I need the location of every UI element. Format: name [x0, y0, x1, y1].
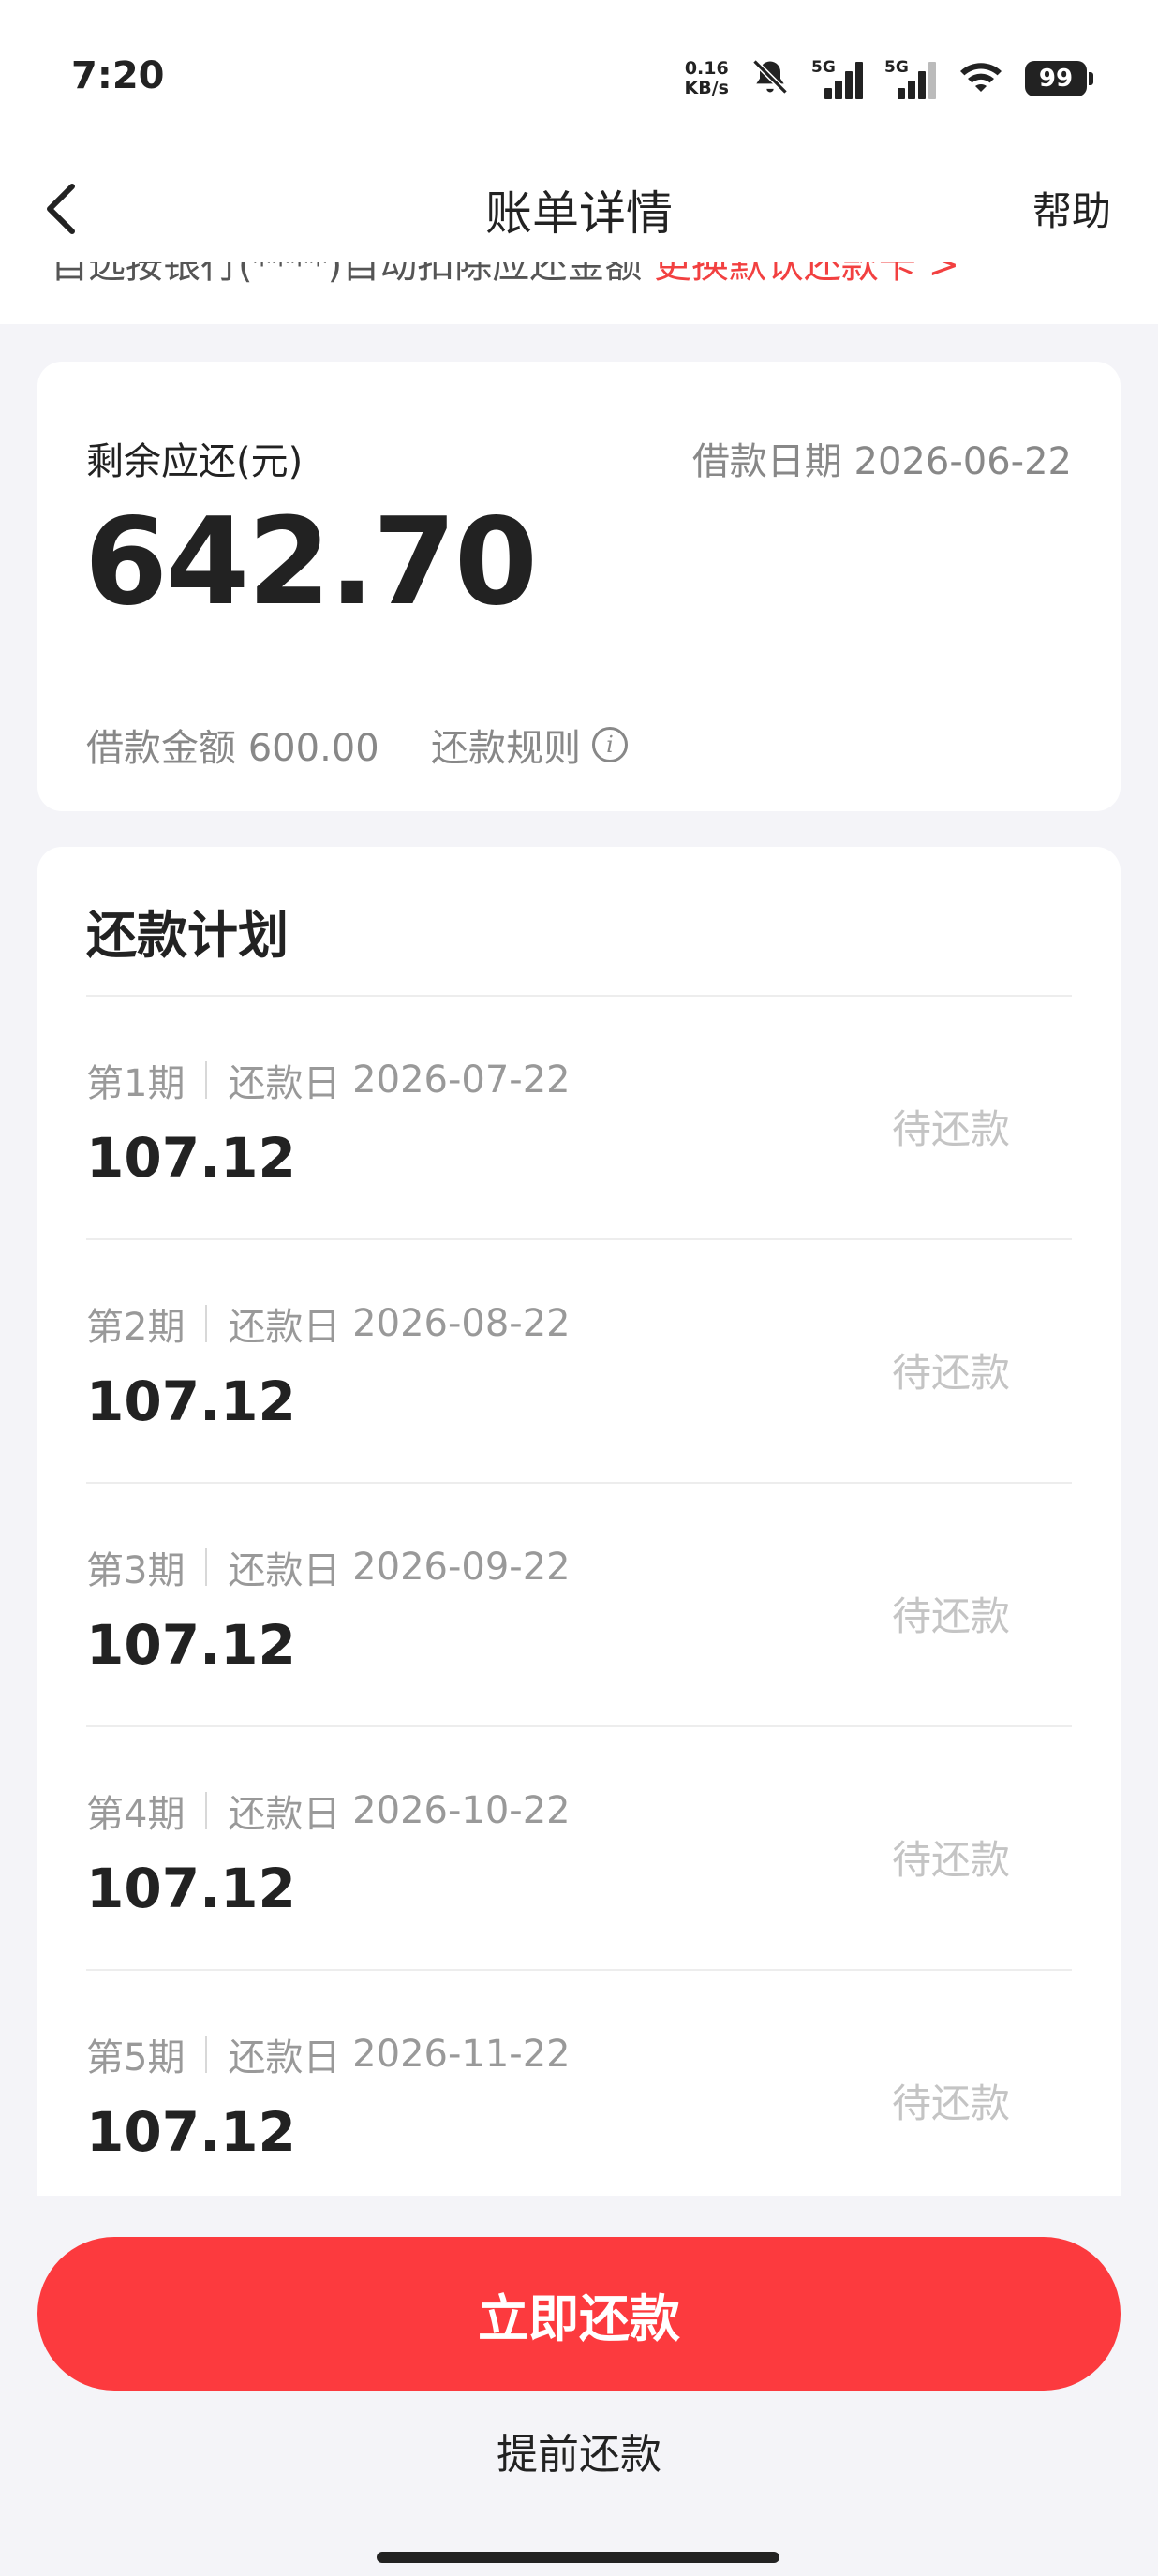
signal-icon: 5G	[884, 58, 937, 99]
info-icon: i	[592, 727, 628, 762]
separator	[205, 1061, 208, 1099]
bottom-action-area: 立即还款 提前还款	[0, 2196, 1158, 2576]
plan-item[interactable]: 第3期 还款日 2026-09-22 107.12 待还款	[86, 1484, 1072, 1727]
installment-amount: 107.12	[86, 1126, 296, 1190]
installment-amount: 107.12	[86, 1857, 296, 1920]
repay-rules-link[interactable]: 还款规则 i	[431, 718, 628, 772]
separator	[205, 2036, 208, 2073]
due-date: 2026-09-22	[352, 1546, 571, 1589]
battery-level: 99	[1038, 65, 1074, 93]
due-date: 2026-11-22	[352, 2033, 571, 2076]
installment-status: 待还款	[891, 2080, 1010, 2126]
status-icons: 0.16 KB/s 5G 5G 99	[685, 52, 1093, 105]
plan-item[interactable]: 第2期 还款日 2026-08-22 107.12 待还款	[86, 1240, 1072, 1484]
signal-label: 5G	[884, 58, 909, 77]
change-card-link[interactable]: 更换默认还款卡 >	[654, 262, 959, 287]
autopay-notice: 自选按银行(****)自动扣除应还金额 更换默认还款卡 >	[0, 262, 1158, 324]
net-speed-unit: KB/s	[684, 78, 729, 98]
due-label: 还款日	[228, 1793, 341, 1836]
due-label: 还款日	[228, 1062, 341, 1105]
pay-now-button[interactable]: 立即还款	[37, 2237, 1121, 2391]
status-bar: 7:20 0.16 KB/s 5G 5G 99	[0, 0, 1158, 159]
remaining-label: 剩余应还(元)	[86, 440, 304, 483]
period-label: 第1期	[86, 1062, 186, 1105]
installment-status: 待还款	[891, 1837, 1010, 1883]
separator	[205, 1792, 208, 1829]
notice-text: 自选按银行(****)自动扣除应还金额	[51, 262, 643, 287]
loan-date: 借款日期 2026-06-22	[692, 431, 1072, 485]
period-label: 第2期	[86, 1306, 186, 1349]
nav-bar: 账单详情 帮助	[0, 159, 1158, 262]
loan-amount-label: 借款金额	[86, 727, 236, 770]
repayment-plan-card: 还款计划 第1期 还款日 2026-07-22 107.12 待还款 第2期 还…	[37, 847, 1121, 2252]
prepay-link[interactable]: 提前还款	[0, 2421, 1158, 2480]
loan-amount: 借款金额 600.00	[86, 718, 379, 772]
separator	[205, 1305, 208, 1342]
status-time: 7:20	[71, 54, 165, 97]
net-speed: 0.16 KB/s	[685, 59, 729, 98]
plan-list: 第1期 还款日 2026-07-22 107.12 待还款 第2期 还款日 20…	[86, 997, 1072, 2214]
net-speed-value: 0.16	[684, 58, 729, 79]
plan-item[interactable]: 第4期 还款日 2026-10-22 107.12 待还款	[86, 1727, 1072, 1971]
loan-amount-value: 600.00	[247, 727, 379, 770]
installment-amount: 107.12	[86, 1369, 296, 1433]
plan-item-meta: 第3期 还款日 2026-09-22	[86, 1540, 571, 1594]
page-title: 账单详情	[485, 186, 673, 241]
period-label: 第5期	[86, 2036, 186, 2080]
summary-card: 剩余应还(元) 借款日期 2026-06-22 642.70 借款金额 600.…	[37, 362, 1121, 811]
plan-item[interactable]: 第1期 还款日 2026-07-22 107.12 待还款	[86, 997, 1072, 1240]
loan-date-label: 借款日期	[691, 440, 842, 483]
installment-status: 待还款	[891, 1593, 1010, 1639]
plan-item-meta: 第2期 还款日 2026-08-22	[86, 1296, 571, 1351]
due-label: 还款日	[228, 1306, 341, 1349]
repay-rules-label: 还款规则	[431, 727, 581, 770]
installment-amount: 107.12	[86, 2100, 296, 2164]
home-indicator[interactable]	[377, 2552, 779, 2563]
due-date: 2026-08-22	[352, 1302, 571, 1345]
bell-muted-icon	[750, 56, 791, 101]
period-label: 第3期	[86, 1549, 186, 1592]
due-label: 还款日	[228, 2036, 341, 2080]
installment-amount: 107.12	[86, 1613, 296, 1677]
bill-detail-page: 7:20 0.16 KB/s 5G 5G 99 账单详情 帮助 自选按银行(**…	[0, 0, 1158, 2576]
wifi-icon	[958, 58, 1004, 99]
separator	[205, 1548, 208, 1586]
battery-icon: 99	[1025, 61, 1093, 96]
plan-title: 还款计划	[86, 906, 289, 965]
plan-item[interactable]: 第5期 还款日 2026-11-22 107.12 待还款	[86, 1971, 1072, 2214]
plan-item-meta: 第1期 还款日 2026-07-22	[86, 1053, 571, 1107]
plan-item-meta: 第4期 还款日 2026-10-22	[86, 1784, 571, 1838]
help-link[interactable]: 帮助	[1032, 180, 1111, 237]
loan-date-value: 2026-06-22	[854, 440, 1072, 483]
remaining-amount: 642.70	[84, 493, 538, 632]
period-label: 第4期	[86, 1793, 186, 1836]
plan-item-meta: 第5期 还款日 2026-11-22	[86, 2027, 571, 2081]
due-date: 2026-10-22	[352, 1789, 571, 1832]
signal-label: 5G	[811, 58, 836, 77]
installment-status: 待还款	[891, 1106, 1010, 1152]
signal-icon: 5G	[811, 58, 864, 99]
installment-status: 待还款	[891, 1350, 1010, 1396]
due-date: 2026-07-22	[352, 1059, 571, 1102]
due-label: 还款日	[228, 1549, 341, 1592]
